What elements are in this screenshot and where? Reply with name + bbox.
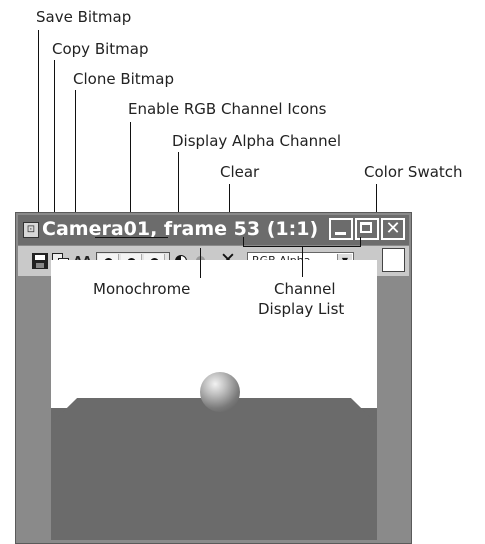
channel-list-callout-line — [302, 247, 303, 277]
channel-list-bracket-right — [360, 237, 361, 246]
channel-display-callout-line1: Channel — [274, 280, 336, 298]
color-swatch[interactable] — [382, 248, 405, 272]
window-app-icon[interactable]: ⊡ — [23, 222, 39, 238]
save-bitmap-icon[interactable] — [32, 253, 48, 269]
channel-display-callout-line2: Display List — [258, 300, 345, 318]
monochrome-callout: Monochrome — [93, 280, 191, 298]
enable-rgb-callout: Enable RGB Channel Icons — [128, 100, 327, 118]
color-swatch-callout: Color Swatch — [364, 163, 463, 181]
floor-plane — [51, 398, 377, 540]
close-button[interactable]: ✕ — [381, 218, 405, 240]
title-bar[interactable]: ⊡ Camera01, frame 53 (1:1) ✕ — [18, 215, 409, 245]
clear-callout: Clear — [220, 163, 260, 181]
rgb-group-bracket-bottom — [95, 237, 168, 238]
window-title: Camera01, frame 53 (1:1) — [42, 218, 319, 240]
channel-list-bracket-left — [243, 237, 244, 246]
minimize-button[interactable] — [329, 218, 353, 240]
render-frame-window: ⊡ Camera01, frame 53 (1:1) ✕ ΔΔ ✕ RGB Al… — [15, 212, 412, 544]
close-icon: ✕ — [385, 218, 401, 239]
save-bitmap-callout: Save Bitmap — [36, 8, 132, 26]
copy-bitmap-callout: Copy Bitmap — [52, 40, 149, 58]
rendered-sphere — [200, 372, 240, 412]
monochrome-callout-line — [200, 248, 201, 278]
display-alpha-callout: Display Alpha Channel — [172, 132, 342, 150]
clone-bitmap-callout: Clone Bitmap — [73, 70, 174, 88]
maximize-button[interactable] — [355, 218, 379, 240]
